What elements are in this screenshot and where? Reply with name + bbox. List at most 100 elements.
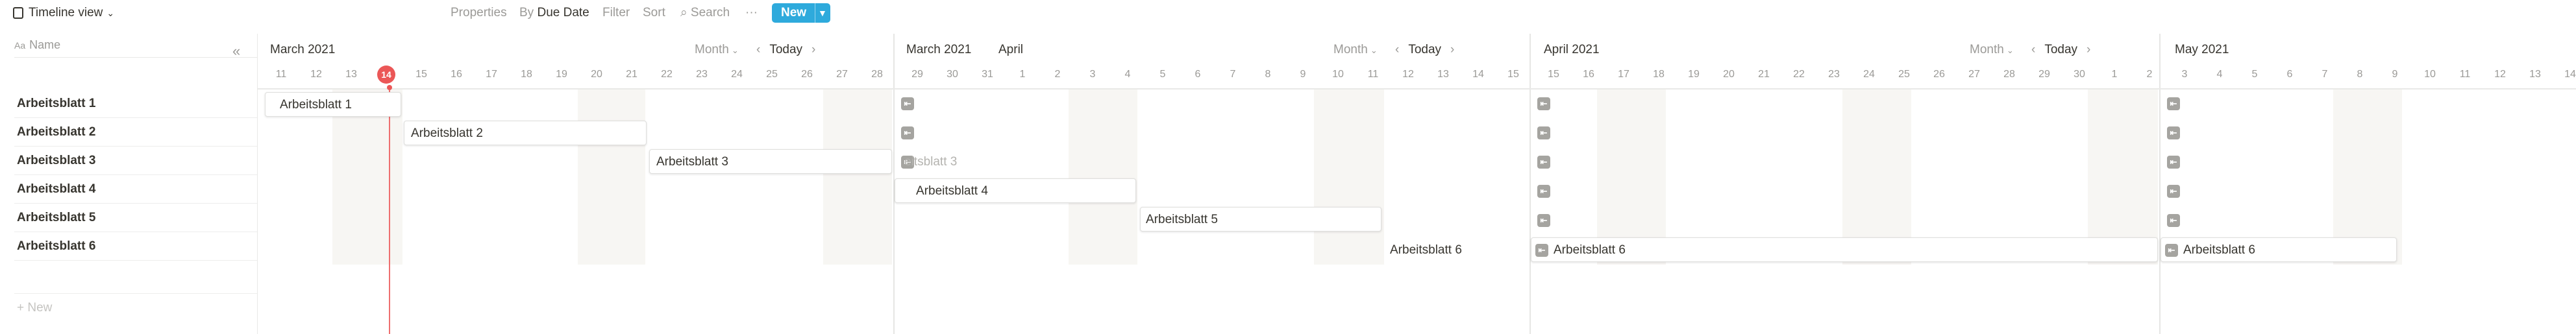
range-select[interactable]: Month ⌄	[1333, 43, 1378, 56]
day-label: 5	[1159, 69, 1166, 80]
day-label: 18	[521, 69, 532, 80]
row-name[interactable]: Arbeitsblatt 4	[14, 175, 257, 204]
day-label: 15	[1548, 69, 1559, 80]
back-arrow-icon[interactable]: ⇤	[901, 126, 914, 139]
back-arrow-icon[interactable]: ⇤	[2167, 185, 2180, 198]
range-select[interactable]: Month ⌄	[695, 43, 739, 56]
day-label: 23	[696, 69, 708, 80]
properties-button[interactable]: Properties	[451, 0, 507, 26]
back-arrow-icon[interactable]: ⇤	[2167, 214, 2180, 227]
back-arrow-icon[interactable]: ⇤	[2167, 126, 2180, 139]
timeline-card[interactable]: Arbeitsblatt 6	[1389, 237, 1526, 262]
back-arrow-icon[interactable]: ⇤	[901, 97, 914, 110]
search-icon: ⌕	[680, 6, 687, 19]
today-button[interactable]: Today	[1408, 43, 1441, 56]
day-label: 10	[2424, 69, 2436, 80]
day-label: 12	[310, 69, 322, 80]
day-label: 3	[1089, 69, 1096, 80]
day-label: 8	[2357, 69, 2363, 80]
search-button[interactable]: ⌕ Search	[680, 0, 730, 26]
back-arrow-icon[interactable]: ⇤	[1537, 214, 1550, 227]
next-arrow-icon[interactable]: ›	[811, 43, 815, 56]
view-label: Timeline view	[29, 6, 103, 19]
name-column-header[interactable]: Aa Name	[14, 34, 257, 58]
prev-arrow-icon[interactable]: ‹	[756, 43, 760, 56]
timeline-card[interactable]: Arbeitsblatt 2	[404, 121, 647, 145]
weekend-column	[578, 89, 645, 265]
chevron-down-icon[interactable]: ▼	[818, 3, 827, 23]
next-arrow-icon[interactable]: ›	[2087, 43, 2090, 56]
today-dot	[387, 85, 392, 90]
row-name[interactable]: Arbeitsblatt 5	[14, 204, 257, 232]
day-label: 10	[1332, 69, 1344, 80]
back-arrow-icon[interactable]: ⇤	[1537, 126, 1550, 139]
back-arrow-icon[interactable]: ⇤	[1537, 156, 1550, 169]
due-date-label: Due Date	[537, 6, 589, 19]
day-label: 25	[1898, 69, 1910, 80]
timeline-card[interactable]: eitsblatt 3	[900, 149, 991, 174]
today-marker: 14	[377, 66, 395, 84]
back-arrow-icon[interactable]: ⇤	[2167, 156, 2180, 169]
day-label: 2	[2146, 69, 2153, 80]
day-label: 8	[1265, 69, 1271, 80]
day-label: 30	[947, 69, 958, 80]
back-arrow-icon[interactable]: ⇤	[1535, 244, 1548, 257]
day-label: 19	[1688, 69, 1700, 80]
timeline-card[interactable]: ⇤ Arbeitsblatt 6	[1531, 237, 2158, 262]
prev-arrow-icon[interactable]: ‹	[2031, 43, 2035, 56]
day-label: 4	[1124, 69, 1131, 80]
day-label: 3	[2181, 69, 2188, 80]
weekend-column	[1069, 89, 1137, 265]
month-label: April	[998, 43, 1024, 56]
new-button[interactable]: New ▼	[772, 3, 830, 23]
timeline-card[interactable]: Arbeitsblatt 3	[649, 149, 892, 174]
day-label: 16	[451, 69, 462, 80]
panel-divider	[1530, 34, 1531, 334]
row-name[interactable]: Arbeitsblatt 2	[14, 118, 257, 147]
prev-arrow-icon[interactable]: ‹	[1395, 43, 1399, 56]
range-select[interactable]: Month ⌄	[1970, 43, 2014, 56]
timeline-controls: Month ⌄ ‹ Today ›	[1970, 43, 2090, 57]
by-prefix: By	[519, 6, 534, 19]
row-name[interactable]: Arbeitsblatt 1	[14, 89, 257, 118]
day-label: 19	[556, 69, 567, 80]
row-name[interactable]: Arbeitsblatt 3	[14, 147, 257, 175]
day-label: 20	[1723, 69, 1735, 80]
back-arrow-icon[interactable]: ⇤	[1537, 185, 1550, 198]
next-arrow-icon[interactable]: ›	[1450, 43, 1454, 56]
group-by-button[interactable]: By Due Date	[519, 0, 589, 26]
day-label: 11	[1367, 69, 1379, 80]
day-label: 23	[1828, 69, 1840, 80]
back-arrow-icon[interactable]: ⇤	[2167, 97, 2180, 110]
back-arrow-icon[interactable]: ⇤	[1537, 97, 1550, 110]
new-row-button[interactable]: + New	[14, 293, 257, 322]
view-switcher[interactable]: Timeline view ⌄	[13, 0, 114, 26]
filter-button[interactable]: Filter	[602, 0, 630, 26]
day-label: 14	[1472, 69, 1484, 80]
day-label: 21	[626, 69, 638, 80]
day-label: 2	[1054, 69, 1061, 80]
chevron-down-icon: ⌄	[731, 45, 739, 55]
day-label: 22	[1793, 69, 1805, 80]
day-label: 13	[2529, 69, 2541, 80]
day-label: 31	[982, 69, 993, 80]
timeline-card-label: Arbeitsblatt 6	[1554, 243, 1626, 257]
row-name[interactable]: Arbeitsblatt 6	[14, 232, 257, 261]
today-button[interactable]: Today	[769, 43, 802, 56]
chevron-down-icon: ⌄	[2006, 45, 2014, 55]
chevron-down-icon: ⌄	[1370, 45, 1378, 55]
more-options-button[interactable]: ···	[745, 0, 758, 26]
day-label: 28	[871, 69, 883, 80]
day-label: 26	[801, 69, 813, 80]
sort-button[interactable]: Sort	[643, 0, 665, 26]
timeline-card[interactable]: Arbeitsblatt 1	[265, 92, 401, 117]
today-line	[389, 90, 390, 334]
day-label: 6	[2286, 69, 2293, 80]
timeline-card[interactable]: Arbeitsblatt 4	[895, 178, 1136, 203]
timeline-card-label: Arbeitsblatt 6	[2183, 243, 2255, 257]
today-button[interactable]: Today	[2044, 43, 2077, 56]
chevron-down-icon: ⌄	[106, 8, 115, 18]
back-arrow-icon[interactable]: ⇤	[2165, 244, 2178, 257]
timeline-card[interactable]: Arbeitsblatt 5	[1140, 207, 1381, 232]
timeline-card[interactable]: ⇤ Arbeitsblatt 6	[2161, 237, 2397, 262]
